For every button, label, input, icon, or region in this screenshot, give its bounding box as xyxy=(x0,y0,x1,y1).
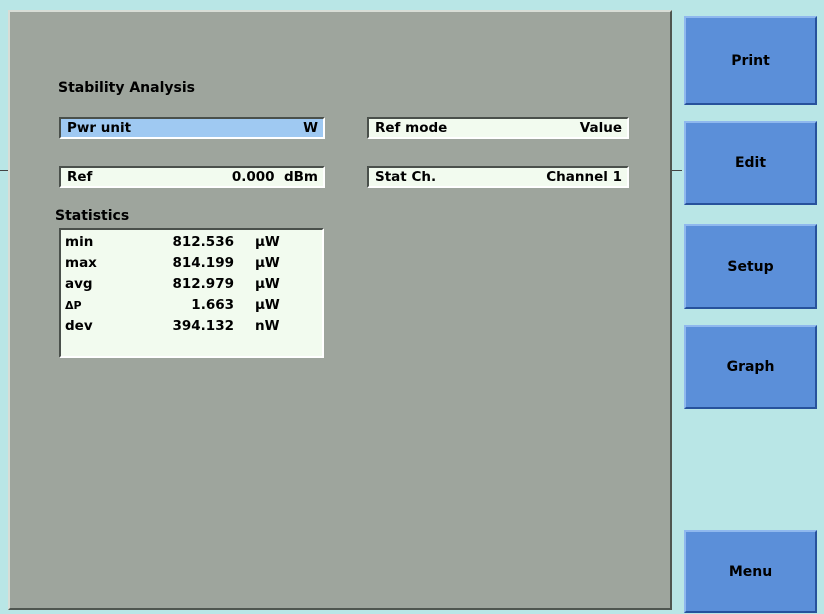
statistics-heading: Statistics xyxy=(55,208,130,224)
ref-mode-value: Value xyxy=(579,120,622,136)
stat-value: 1.663 xyxy=(191,297,234,313)
stat-channel-label: Stat Ch. xyxy=(375,169,437,185)
left-tick-mark xyxy=(0,170,8,171)
stat-label: ΔP xyxy=(65,299,82,312)
stat-channel-value: Channel 1 xyxy=(546,169,622,185)
setup-button[interactable]: Setup xyxy=(684,224,817,309)
stat-row-dev: dev 394.132 nW xyxy=(65,316,322,337)
pwr-unit-value: W xyxy=(303,120,318,136)
edit-button[interactable]: Edit xyxy=(684,121,817,205)
ref-unit: dBm xyxy=(283,169,318,185)
stat-unit: µW xyxy=(255,255,280,271)
stat-value: 812.979 xyxy=(172,276,235,292)
ref-mode-field[interactable]: Ref mode Value xyxy=(367,117,629,139)
ref-label: Ref xyxy=(67,169,93,185)
stat-row-max: max 814.199 µW xyxy=(65,253,322,274)
stat-value: 812.536 xyxy=(172,234,235,250)
ref-field[interactable]: Ref 0.000 dBm xyxy=(59,166,325,188)
pwr-unit-label: Pwr unit xyxy=(67,120,132,136)
graph-button[interactable]: Graph xyxy=(684,325,817,409)
stat-row-avg: avg 812.979 µW xyxy=(65,274,322,295)
menu-button[interactable]: Menu xyxy=(684,530,817,613)
right-tick-mark xyxy=(672,170,682,171)
statistics-table: min 812.536 µW max 814.199 µW avg 812.97… xyxy=(59,228,324,358)
stat-row-min: min 812.536 µW xyxy=(65,232,322,253)
stat-label: dev xyxy=(65,318,93,334)
print-button[interactable]: Print xyxy=(684,16,817,105)
page-title: Stability Analysis xyxy=(58,80,195,96)
stat-unit: µW xyxy=(255,276,280,292)
stat-value: 814.199 xyxy=(172,255,235,271)
ref-value: 0.000 xyxy=(231,169,275,185)
stat-label: max xyxy=(65,255,97,271)
stat-value: 394.132 xyxy=(172,318,235,334)
ref-mode-label: Ref mode xyxy=(375,120,448,136)
stat-unit: µW xyxy=(255,297,280,313)
ref-value-group: 0.000 dBm xyxy=(232,169,318,185)
stat-unit: µW xyxy=(255,234,280,250)
stat-channel-field[interactable]: Stat Ch. Channel 1 xyxy=(367,166,629,188)
stat-row-delta-p: ΔP 1.663 µW xyxy=(65,295,322,316)
stat-label: avg xyxy=(65,276,93,292)
pwr-unit-field[interactable]: Pwr unit W xyxy=(59,117,325,139)
stat-label: min xyxy=(65,234,94,250)
stat-unit: nW xyxy=(255,318,280,334)
